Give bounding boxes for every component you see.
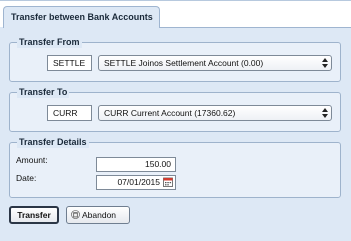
- transfer-from-legend: Transfer From: [17, 36, 82, 48]
- date-value: 07/01/2015: [117, 177, 160, 187]
- abandon-label: Abandon: [82, 210, 117, 220]
- updown-arrows-icon: [322, 58, 328, 68]
- date-input[interactable]: 07/01/2015: [96, 175, 176, 190]
- transfer-to-group: Transfer To CURR CURR Current Account (1…: [9, 86, 341, 132]
- to-account-selected: CURR Current Account (17360.62): [104, 108, 236, 118]
- calendar-icon[interactable]: [163, 177, 173, 187]
- to-account-select[interactable]: CURR Current Account (17360.62): [98, 105, 332, 121]
- tab-label: Transfer between Bank Accounts: [11, 12, 153, 22]
- from-account-selected: SETTLE Joinos Settlement Account (0.00): [104, 58, 264, 68]
- updown-arrows-icon: [322, 108, 328, 118]
- from-account-select[interactable]: SETTLE Joinos Settlement Account (0.00): [98, 55, 332, 71]
- transfer-panel: Transfer From SETTLE SETTLE Joinos Settl…: [5, 28, 346, 228]
- to-account-code-field[interactable]: CURR: [47, 105, 92, 121]
- amount-input[interactable]: 150.00: [96, 157, 176, 172]
- transfer-details-group: Transfer Details Amount: 150.00 Date: 07…: [9, 136, 341, 198]
- transfer-to-legend: Transfer To: [17, 86, 70, 98]
- transfer-button[interactable]: Transfer: [9, 206, 59, 224]
- tab-transfer-between-bank-accounts[interactable]: Transfer between Bank Accounts: [3, 6, 160, 28]
- transfer-from-group: Transfer From SETTLE SETTLE Joinos Settl…: [9, 36, 341, 82]
- amount-label: Amount:: [16, 155, 48, 165]
- from-account-code-field[interactable]: SETTLE: [47, 55, 92, 71]
- tab-bar: Transfer between Bank Accounts: [0, 1, 351, 28]
- abandon-button[interactable]: Abandon: [66, 206, 130, 224]
- transfer-window: Transfer between Bank Accounts Transfer …: [0, 0, 351, 241]
- transfer-details-legend: Transfer Details: [17, 136, 89, 148]
- trash-icon: [71, 210, 80, 219]
- date-label: Date:: [16, 173, 37, 183]
